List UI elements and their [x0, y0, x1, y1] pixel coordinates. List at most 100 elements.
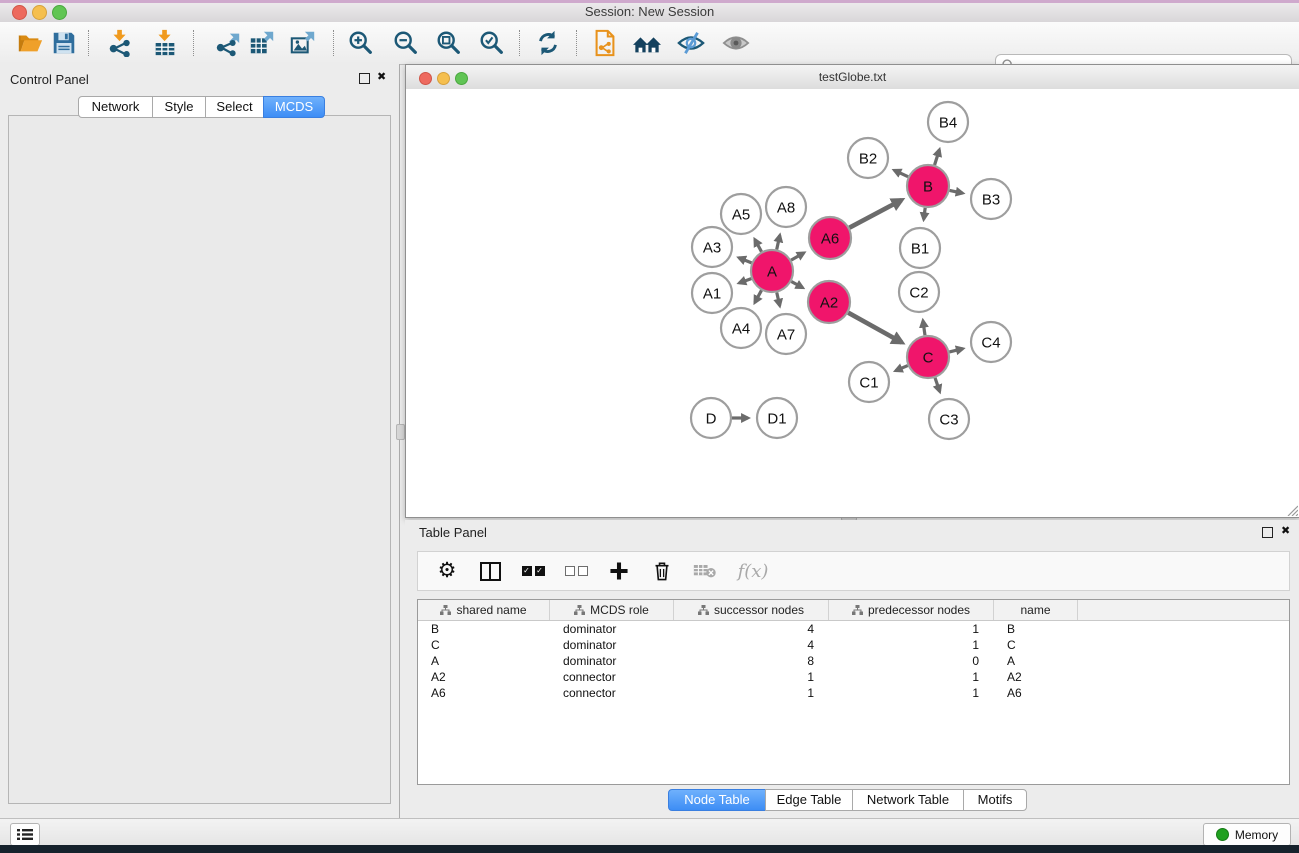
tab-style[interactable]: Style	[152, 96, 206, 118]
refresh-icon[interactable]	[533, 28, 563, 58]
toolbar-separator	[333, 30, 334, 56]
control-panel-tabs: Network Style Select MCDS	[78, 96, 325, 118]
edge-B-B4[interactable]	[935, 150, 940, 165]
tab-select[interactable]: Select	[205, 96, 264, 118]
task-history-button[interactable]	[10, 823, 40, 846]
zoom-selected-icon[interactable]	[477, 28, 507, 58]
graph-node-label-A4: A4	[732, 320, 750, 337]
edge-B-B1[interactable]	[924, 208, 925, 219]
table-tabs: Node Table Edge Table Network Table Moti…	[668, 789, 1027, 811]
graph-node-label-C: C	[923, 349, 934, 366]
edge-C-C1[interactable]	[896, 366, 908, 371]
graph-node-label-A: A	[767, 263, 777, 280]
float-panel-icon[interactable]	[359, 73, 370, 87]
toolbar-separator	[576, 30, 577, 56]
table-row[interactable]: Adominator80A	[418, 653, 1289, 669]
status-bar: Memory	[0, 818, 1299, 846]
edge-A-A1[interactable]	[739, 279, 751, 283]
export-image-icon[interactable]	[288, 28, 318, 58]
zoom-fit-icon[interactable]	[434, 28, 464, 58]
graph-node-label-C4: C4	[981, 334, 1000, 351]
table-row[interactable]: Bdominator41B	[418, 621, 1289, 637]
graph-node-label-D: D	[706, 410, 717, 427]
tab-mcds[interactable]: MCDS	[263, 96, 325, 118]
edge-A2-C[interactable]	[848, 313, 902, 343]
edge-C-C3[interactable]	[935, 378, 940, 392]
tab-network-table[interactable]: Network Table	[852, 789, 964, 811]
column-pane-icon[interactable]	[477, 558, 503, 584]
column-header-shared-name[interactable]: shared name	[418, 600, 550, 620]
edge-B-B2[interactable]	[894, 170, 908, 176]
network-window-titlebar[interactable]: testGlobe.txt	[406, 65, 1299, 90]
export-table-icon[interactable]	[247, 28, 277, 58]
select-all-columns-icon[interactable]: ✓✓	[520, 558, 546, 584]
table-panel: Table Panel ✖ ⚙ ✓✓ f(x) shared name MCDS…	[405, 520, 1299, 818]
home-view-icon[interactable]	[632, 28, 662, 58]
table-row[interactable]: Cdominator41C	[418, 637, 1289, 653]
zoom-in-icon[interactable]	[346, 28, 376, 58]
function-builder-icon[interactable]: f(x)	[735, 558, 771, 584]
edge-A6-B[interactable]	[849, 200, 901, 228]
application-window: Session: New Session	[0, 0, 1299, 853]
memory-label: Memory	[1235, 828, 1278, 842]
zoom-out-icon[interactable]	[391, 28, 421, 58]
show-all-eye-icon[interactable]	[721, 28, 751, 58]
delete-table-icon[interactable]	[692, 558, 718, 584]
tab-network[interactable]: Network	[78, 96, 153, 118]
column-header-name[interactable]: name	[994, 600, 1078, 620]
control-panel: Control Panel ✖ Network Style Select MCD…	[0, 64, 400, 818]
control-panel-title: Control Panel	[10, 72, 89, 87]
graph-node-label-A6: A6	[821, 230, 839, 247]
edge-C-C4[interactable]	[949, 349, 962, 352]
network-canvas[interactable]: B4B2BB3B1A5A8A6A3AA1A2A4A7C2C4CC1C3DD1	[406, 89, 1299, 517]
edge-B-B3[interactable]	[950, 190, 963, 193]
column-header-mcds-role[interactable]: MCDS role	[550, 600, 674, 620]
table-row[interactable]: A6connector11A6	[418, 685, 1289, 701]
column-header-predecessor-nodes[interactable]: predecessor nodes	[829, 600, 994, 620]
graph-node-label-B1: B1	[911, 240, 929, 257]
toolbar-separator	[88, 30, 89, 56]
save-session-icon[interactable]	[49, 28, 79, 58]
open-session-icon[interactable]	[15, 28, 45, 58]
network-graph[interactable]: B4B2BB3B1A5A8A6A3AA1A2A4A7C2C4CC1C3DD1	[406, 89, 1297, 515]
edge-A-A3[interactable]	[739, 258, 752, 263]
graph-node-label-B4: B4	[939, 114, 957, 131]
table-toolbar: ⚙ ✓✓ f(x)	[417, 551, 1290, 591]
vertical-splitter-grip[interactable]	[396, 424, 405, 440]
import-table-icon[interactable]	[150, 28, 180, 58]
table-settings-gear-icon[interactable]: ⚙	[434, 558, 460, 584]
edge-C-C2[interactable]	[923, 321, 925, 335]
graph-node-label-C3: C3	[939, 411, 958, 428]
delete-column-icon[interactable]	[649, 558, 675, 584]
edge-A-A5[interactable]	[755, 239, 762, 251]
graph-node-label-A3: A3	[703, 239, 721, 256]
hide-detail-eye-icon[interactable]	[676, 28, 706, 58]
close-table-panel-icon[interactable]: ✖	[1281, 526, 1290, 537]
memory-button[interactable]: Memory	[1203, 823, 1291, 846]
edge-A-A8[interactable]	[777, 235, 780, 249]
table-header-row: shared name MCDS role successor nodes pr…	[418, 600, 1289, 621]
tab-node-table[interactable]: Node Table	[668, 789, 766, 811]
import-network-icon[interactable]	[105, 28, 135, 58]
tab-motifs[interactable]: Motifs	[963, 789, 1027, 811]
graph-node-label-D1: D1	[767, 410, 786, 427]
new-session-from-network-icon[interactable]	[590, 28, 620, 58]
edge-A-A4[interactable]	[755, 290, 762, 302]
export-network-icon[interactable]	[213, 28, 243, 58]
session-title: Session: New Session	[0, 4, 1299, 19]
edge-A-A7[interactable]	[777, 292, 780, 305]
edge-A-A6[interactable]	[791, 253, 804, 260]
window-resize-grip-icon[interactable]	[1286, 504, 1298, 516]
column-tree-icon	[574, 605, 585, 615]
add-column-icon[interactable]	[606, 558, 632, 584]
titlebar: Session: New Session	[0, 0, 1299, 23]
main-toolbar	[0, 22, 1299, 65]
table-row[interactable]: A2connector11A2	[418, 669, 1289, 685]
close-panel-icon[interactable]: ✖	[377, 72, 386, 83]
tab-edge-table[interactable]: Edge Table	[765, 789, 853, 811]
graph-node-label-B3: B3	[982, 191, 1000, 208]
deselect-all-columns-icon[interactable]	[563, 558, 589, 584]
float-table-panel-icon[interactable]	[1262, 527, 1273, 541]
edge-A-A2[interactable]	[791, 282, 802, 288]
column-header-successor-nodes[interactable]: successor nodes	[674, 600, 829, 620]
